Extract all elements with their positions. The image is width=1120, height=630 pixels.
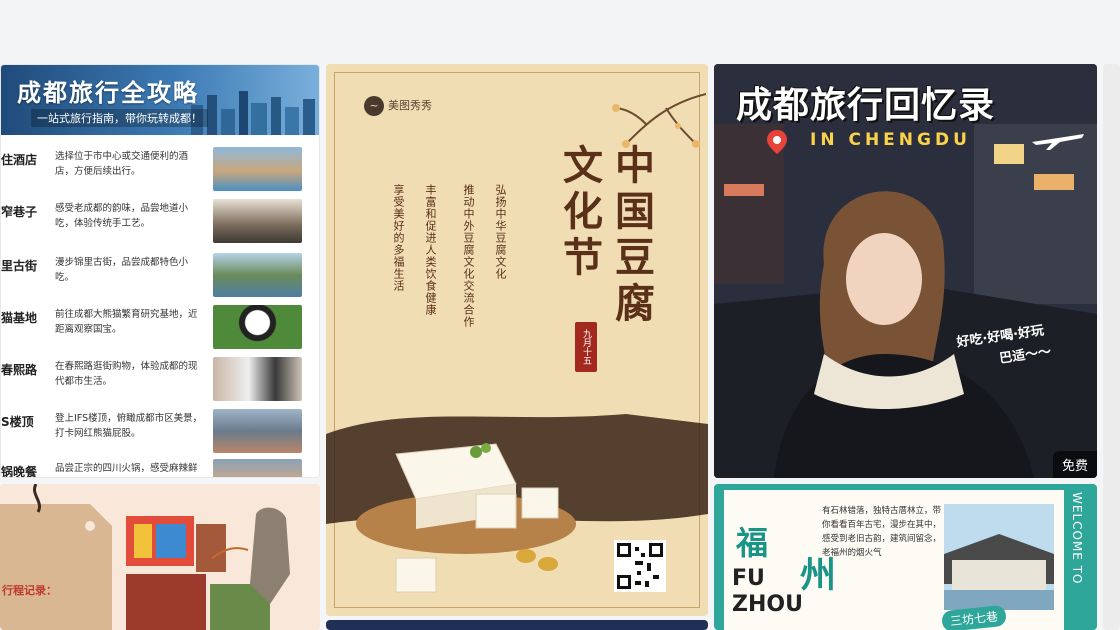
template-card-partial[interactable] xyxy=(326,620,708,630)
template-card-fuzhou[interactable]: 福 州 FU ZHOU 有石林错落，独特古厝林立，带你看看百年古宅，漫步在其中，… xyxy=(714,484,1097,630)
guide-item-name: 里古街 xyxy=(1,259,38,273)
guide-banner: 成都旅行全攻略 一站式旅行指南，带你玩转成都！ xyxy=(1,65,319,135)
brand-logo-icon: ~ xyxy=(364,96,384,116)
panda-thumbnail xyxy=(213,305,302,349)
guide-item: 里古街 漫步锦里古街，品尝成都特色小吃。 xyxy=(1,251,319,299)
guide-item-name: 猫基地 xyxy=(1,311,38,325)
guide-item-desc: 选择位于市中心或交通便利的酒店，方便后续出行。 xyxy=(55,151,189,177)
ifs-thumbnail xyxy=(213,409,302,453)
brand-name: 美图秀秀 xyxy=(388,99,432,112)
airplane-icon xyxy=(1032,134,1084,150)
template-card-travel-log[interactable]: 行程记录： xyxy=(0,484,320,630)
travel-log-caption: 行程记录： xyxy=(2,584,57,597)
welcome-text: WELCOME TO xyxy=(1070,492,1084,585)
guide-item-desc: 登上IFS楼顶，俯瞰成都市区美景，打卡网红熊猫屁股。 xyxy=(55,413,203,439)
poster-line-3: 丰富和促进人类饮食健康 xyxy=(424,184,437,316)
fuzhou-photo xyxy=(944,504,1054,610)
travel-log-collage xyxy=(0,484,320,630)
fuzhou-en-line-1: FU xyxy=(732,566,765,591)
poster-title-left: 文化节 xyxy=(556,144,603,282)
poster-line-4: 享受美好的多福生活 xyxy=(392,184,405,292)
guide-item: 锅晚餐 品尝正宗的四川火锅，感受麻辣鲜香的味觉盛宴。 xyxy=(1,457,319,478)
poster-line-2: 推动中外豆腐文化交流合作 xyxy=(462,184,475,328)
guide-item-name: 窄巷子 xyxy=(1,205,38,219)
guide-item-desc: 漫步锦里古街，品尝成都特色小吃。 xyxy=(55,257,189,283)
hotel-thumbnail xyxy=(213,147,302,191)
shopping-thumbnail xyxy=(213,357,302,401)
guide-item-desc: 前往成都大熊猫繁育研究基地，近距离观察国宝。 xyxy=(55,309,198,335)
guide-item: 住酒店 选择位于市中心或交通便利的酒店，方便后续出行。 xyxy=(1,145,319,193)
guide-item-name: 住酒店 xyxy=(1,153,38,167)
guide-item: 窄巷子 感受老成都的韵味，品尝地道小吃，体验传统手工艺。 xyxy=(1,197,319,245)
guide-item: S楼顶 登上IFS楼顶，俯瞰成都市区美景，打卡网红熊猫屁股。 xyxy=(1,407,319,455)
date-stamp: 九月十五 xyxy=(575,322,597,372)
poster-line-1: 弘扬中华豆腐文化 xyxy=(494,184,507,280)
guide-subtitle: 一站式旅行指南，带你玩转成都！ xyxy=(31,109,208,127)
guide-item-name: 春熙路 xyxy=(1,363,38,377)
guide-item: 春熙路 在春熙路逛街购物，体验成都的现代都市生活。 xyxy=(1,355,319,403)
poster-title-right: 中国豆腐 xyxy=(608,144,655,328)
fuzhou-description: 有石林错落，独特古厝林立，带你看看百年古宅，漫步在其中，感受到老旧古韵，建筑间留… xyxy=(822,506,942,558)
template-card-chengdu-memories[interactable]: 成都旅行回忆录 IN CHENGDU 好吃·好喝·好玩 巴适～～ 免费 xyxy=(714,64,1097,478)
memories-subtitle: IN CHENGDU xyxy=(810,130,971,150)
guide-item-name: 锅晚餐 xyxy=(1,465,38,478)
memories-title: 成都旅行回忆录 xyxy=(736,85,996,126)
location-pin-icon xyxy=(767,130,787,154)
fuzhou-title-char-1: 福 xyxy=(736,524,769,562)
ancient-street-thumbnail xyxy=(213,253,302,297)
alley-thumbnail xyxy=(213,199,302,243)
qr-code xyxy=(614,540,666,592)
top-toolbar xyxy=(0,0,1120,64)
guide-item-desc: 品尝正宗的四川火锅，感受麻辣鲜香的味觉盛宴。 xyxy=(55,463,198,474)
fuzhou-en-line-2: ZHOU xyxy=(732,592,803,617)
guide-title: 成都旅行全攻略 xyxy=(17,79,199,107)
guide-item: 猫基地 前往成都大熊猫繁育研究基地，近距离观察国宝。 xyxy=(1,303,319,351)
template-card-chengdu-guide[interactable]: 成都旅行全攻略 一站式旅行指南，带你玩转成都！ 住酒店 选择位于市中心或交通便利… xyxy=(0,64,320,478)
hotpot-thumbnail xyxy=(213,459,302,477)
brand-label: ~ 美图秀秀 xyxy=(364,96,432,116)
guide-item-desc: 在春熙路逛街购物，体验成都的现代都市生活。 xyxy=(55,361,198,387)
template-card-edge[interactable] xyxy=(1103,64,1120,630)
guide-item-desc: 感受老成都的韵味，品尝地道小吃，体验传统手工艺。 xyxy=(55,203,189,229)
free-badge: 免费 xyxy=(1052,451,1097,478)
template-card-tofu-festival[interactable]: ~ 美图秀秀 中国豆腐 文化节 九月十五 弘扬中华豆腐文化 推动中外豆腐文化交流合… xyxy=(326,64,708,616)
guide-item-name: S楼顶 xyxy=(1,415,34,429)
